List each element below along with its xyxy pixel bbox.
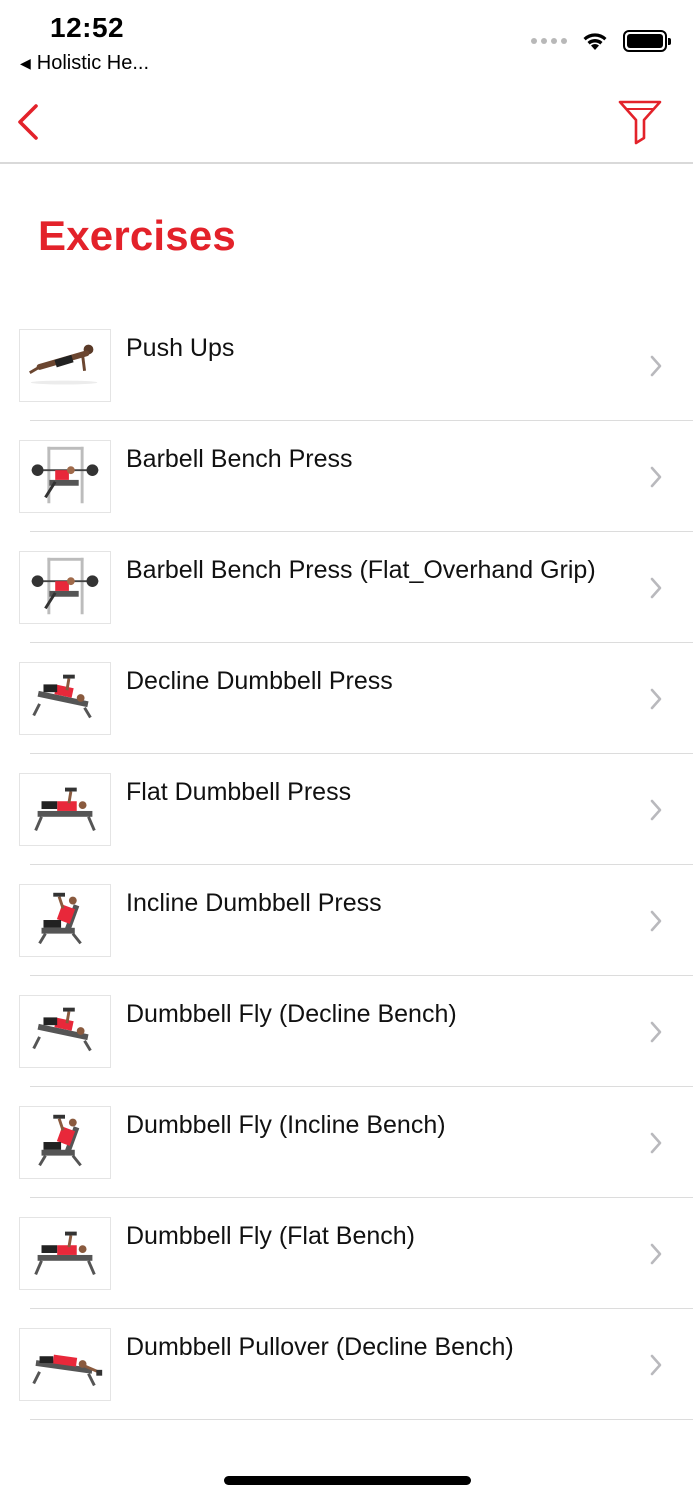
exercise-name: Dumbbell Fly (Flat Bench) [126,1222,415,1250]
exercise-name: Decline Dumbbell Press [126,667,393,695]
battery-icon [623,30,671,52]
exercise-thumbnail [19,1328,111,1401]
page-title: Exercises [38,212,236,259]
exercise-list: Push Ups Barbell Bench Press Barbell Bench… [0,310,693,1420]
exercise-row[interactable]: Dumbbell Fly (Decline Bench) [0,976,693,1087]
status-time: 12:52 [50,12,125,43]
navigation-bar [0,80,693,164]
back-to-app-link[interactable]: ◀ Holistic He... [20,52,149,75]
exercise-row[interactable]: Dumbbell Pullover (Decline Bench) [0,1309,693,1420]
chevron-right-icon [650,910,662,932]
exercise-name: Dumbbell Pullover (Decline Bench) [126,1333,514,1361]
exercise-name: Barbell Bench Press [126,445,353,473]
chevron-right-icon [650,1354,662,1376]
filter-icon[interactable] [617,98,663,146]
exercise-thumbnail [19,884,111,957]
exercise-thumbnail [19,995,111,1068]
exercise-row[interactable]: Push Ups [0,310,693,421]
row-divider [30,1419,693,1420]
exercise-row[interactable]: Incline Dumbbell Press [0,865,693,976]
exercise-name: Incline Dumbbell Press [126,889,382,917]
exercise-thumbnail [19,329,111,402]
status-bar: 12:52 ◀ Holistic He... [0,0,693,80]
exercise-name: Push Ups [126,334,235,362]
chevron-right-icon [650,466,662,488]
chevron-right-icon [650,799,662,821]
exercise-name: Barbell Bench Press (Flat_Overhand Grip) [126,556,596,584]
exercise-thumbnail [19,551,111,624]
chevron-right-icon [650,1132,662,1154]
chevron-left-icon[interactable] [14,102,44,142]
exercise-thumbnail [19,1217,111,1290]
exercise-row[interactable]: Decline Dumbbell Press [0,643,693,754]
chevron-right-icon [650,688,662,710]
back-to-app-label: Holistic He... [36,52,150,74]
exercise-name: Dumbbell Fly (Decline Bench) [126,1000,457,1028]
exercise-row[interactable]: Flat Dumbbell Press [0,754,693,865]
exercise-row[interactable]: Barbell Bench Press [0,421,693,532]
exercise-name: Dumbbell Fly (Incline Bench) [126,1111,446,1139]
exercise-name: Flat Dumbbell Press [126,778,352,806]
chevron-right-icon [650,1243,662,1265]
chevron-right-icon [650,355,662,377]
exercise-thumbnail [19,440,111,513]
cellular-dots-icon [531,38,567,44]
exercise-thumbnail [19,662,111,735]
chevron-right-icon [650,1021,662,1043]
exercise-row[interactable]: Dumbbell Fly (Flat Bench) [0,1198,693,1309]
back-triangle-icon: ◀ [20,55,31,71]
exercise-thumbnail [19,1106,111,1179]
exercise-thumbnail [19,773,111,846]
exercise-row[interactable]: Dumbbell Fly (Incline Bench) [0,1087,693,1198]
exercise-row[interactable]: Barbell Bench Press (Flat_Overhand Grip) [0,532,693,643]
status-indicators [531,30,671,52]
chevron-right-icon [650,577,662,599]
wifi-icon [583,33,607,50]
home-indicator[interactable] [224,1476,471,1485]
